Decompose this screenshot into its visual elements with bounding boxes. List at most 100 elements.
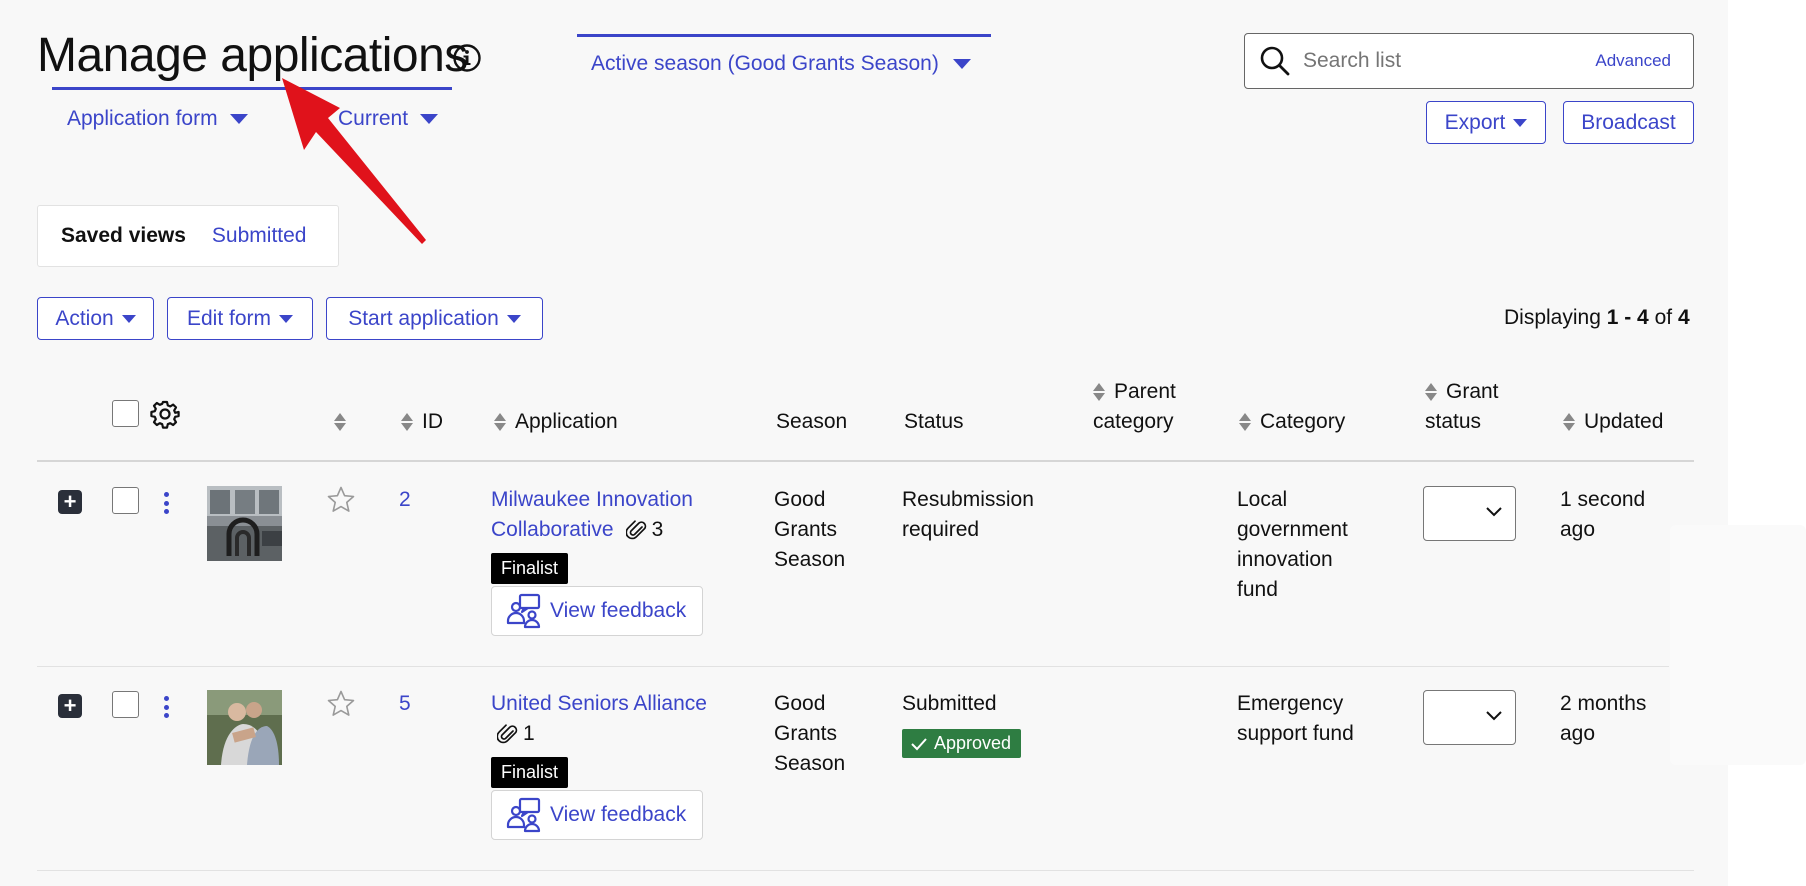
application-name-line1: Milwaukee Innovation — [491, 488, 693, 511]
chevron-down-icon — [1513, 118, 1528, 127]
grant-status-select[interactable] — [1423, 690, 1516, 745]
season-line2: Grants — [774, 518, 838, 541]
advanced-search-link[interactable]: Advanced — [1595, 51, 1671, 71]
category-column-label: Category — [1260, 410, 1346, 433]
view-feedback-label: View feedback — [550, 599, 687, 622]
attachment-count: 3 — [651, 518, 664, 541]
edit-form-button-label: Edit form — [186, 306, 272, 330]
category-line2: government — [1237, 518, 1348, 541]
chevron-down-icon — [279, 314, 294, 323]
application-id-link[interactable]: 5 — [399, 689, 411, 719]
application-thumbnail — [207, 486, 282, 561]
annotation-arrow-icon — [282, 78, 426, 244]
row-menu-icon[interactable] — [164, 696, 170, 718]
expand-row-button[interactable]: + — [58, 490, 82, 514]
view-feedback-button[interactable]: View feedback — [491, 790, 703, 840]
action-button-label: Action — [55, 306, 114, 330]
application-column-header[interactable]: Application — [494, 407, 618, 437]
star-icon[interactable] — [326, 689, 356, 719]
start-application-button[interactable]: Start application — [326, 297, 543, 340]
application-name-link[interactable]: United Seniors Alliance 1 — [491, 689, 707, 749]
sort-icon — [1563, 412, 1576, 432]
application-name-line2-row: Collaborative 3 — [491, 515, 693, 545]
updated-cell: 1 second ago — [1560, 485, 1645, 545]
status-cell: Resubmission required — [902, 485, 1034, 545]
attachment-row: 1 — [491, 719, 707, 749]
pagination-range: 1 - 4 — [1606, 306, 1649, 329]
status-line1: Resubmission — [902, 488, 1034, 511]
row-checkbox[interactable] — [112, 487, 139, 514]
season-line2: Grants — [774, 722, 838, 745]
season-column-label: Season — [776, 410, 848, 433]
search-box: Advanced — [1244, 33, 1694, 89]
id-column-header[interactable]: ID — [401, 407, 443, 437]
category-column-header[interactable]: Category — [1239, 407, 1345, 437]
expand-row-button[interactable]: + — [58, 694, 82, 718]
season-selector-label: Active season (Good Grants Season) — [591, 52, 939, 75]
parent-category-label-line1: Parent — [1114, 380, 1176, 403]
approved-label: Approved — [934, 733, 1012, 753]
updated-line2: ago — [1560, 722, 1596, 745]
status-line1: Submitted — [902, 692, 997, 715]
pagination-summary: Displaying 1 - 4 of 4 — [1504, 306, 1690, 330]
select-all-checkbox[interactable] — [112, 400, 139, 427]
parent-category-column-header[interactable]: Parent category — [1093, 377, 1176, 437]
view-feedback-button[interactable]: View feedback — [491, 586, 703, 636]
start-application-button-label: Start application — [348, 306, 499, 330]
table-header-divider — [37, 460, 1694, 462]
season-cell: Good Grants Season — [774, 689, 845, 779]
star-icon[interactable] — [326, 485, 356, 515]
application-form-filter-label: Application form — [67, 107, 218, 130]
status-column-label: Status — [904, 410, 964, 433]
updated-column-header[interactable]: Updated — [1563, 407, 1663, 437]
category-line1: Emergency — [1237, 692, 1344, 715]
export-button-label: Export — [1444, 110, 1506, 134]
category-cell: Emergency support fund — [1237, 689, 1354, 749]
category-line1: Local — [1237, 488, 1288, 511]
check-icon — [911, 737, 927, 750]
sort-icon — [1425, 382, 1438, 402]
application-id-link[interactable]: 2 — [399, 485, 411, 515]
chevron-down-icon — [506, 314, 521, 323]
season-tab-indicator — [577, 34, 991, 37]
row-checkbox[interactable] — [112, 691, 139, 718]
search-input[interactable] — [1303, 49, 1596, 73]
finalist-badge: Finalist — [491, 553, 569, 584]
application-name-link[interactable]: Milwaukee Innovation Collaborative 3 — [491, 485, 693, 545]
category-cell: Local government innovation fund — [1237, 485, 1348, 605]
feedback-icon — [506, 797, 541, 833]
category-line3: innovation — [1237, 548, 1333, 571]
updated-line2: ago — [1560, 518, 1596, 541]
row-menu-icon[interactable] — [164, 492, 170, 514]
row-divider — [37, 666, 1669, 667]
status-line2: required — [902, 518, 980, 541]
export-button[interactable]: Export — [1426, 101, 1546, 144]
application-name-line1: United Seniors Alliance — [491, 692, 707, 715]
paperclip-icon — [497, 724, 518, 744]
pagination-of: of — [1648, 306, 1678, 329]
sort-icon — [494, 412, 507, 432]
favourite-column-sort[interactable] — [334, 407, 355, 437]
grant-status-column-header[interactable]: Grant status — [1425, 377, 1499, 437]
season-line3: Season — [774, 752, 846, 775]
application-form-filter[interactable]: Application form — [67, 107, 248, 131]
edit-form-button[interactable]: Edit form — [167, 297, 313, 340]
feedback-icon — [506, 593, 541, 629]
season-line1: Good — [774, 692, 826, 715]
updated-line1: 1 second — [1560, 488, 1646, 511]
pagination-total: 4 — [1677, 306, 1690, 329]
finalist-badge: Finalist — [491, 757, 569, 788]
status-cell: Submitted — [902, 689, 997, 719]
info-icon[interactable] — [452, 43, 482, 73]
action-button[interactable]: Action — [37, 297, 154, 340]
broadcast-button[interactable]: Broadcast — [1563, 101, 1694, 144]
approved-badge: Approved — [902, 729, 1022, 758]
category-line2: support fund — [1237, 722, 1354, 745]
category-line4: fund — [1237, 578, 1278, 601]
season-selector[interactable]: Active season (Good Grants Season) — [591, 52, 971, 76]
gear-icon[interactable] — [150, 399, 180, 429]
grant-status-select[interactable] — [1423, 486, 1516, 541]
season-line1: Good — [774, 488, 826, 511]
chevron-down-icon — [121, 314, 136, 323]
chevron-down-icon — [229, 114, 248, 124]
